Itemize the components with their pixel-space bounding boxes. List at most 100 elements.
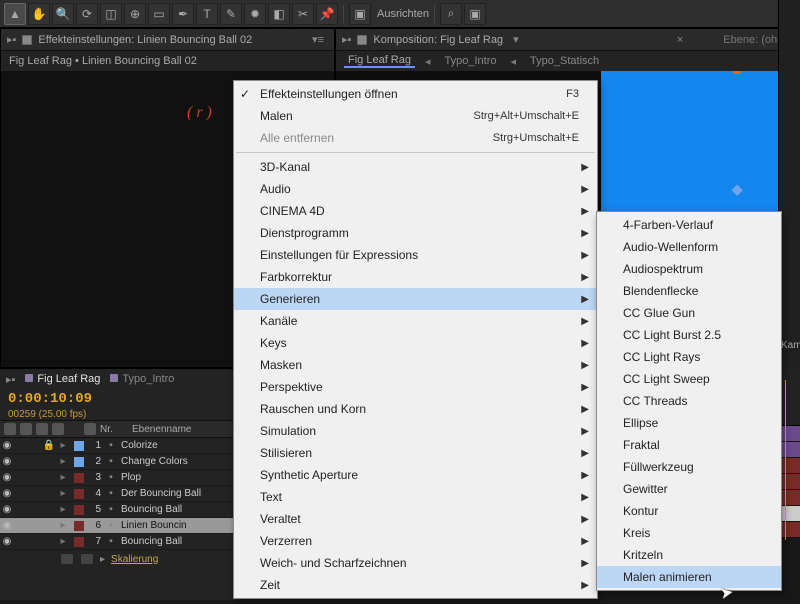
search-icon[interactable]: ⌕ bbox=[440, 3, 462, 25]
panel-menu-icon[interactable]: ▸▪ bbox=[342, 33, 351, 46]
menu-item[interactable]: Perspektive▶ bbox=[234, 376, 597, 398]
twirl-icon[interactable]: ▸ bbox=[56, 536, 70, 547]
menu-item[interactable]: 3D-Kanal▶ bbox=[234, 156, 597, 178]
selection-tool-icon[interactable]: ▲ bbox=[4, 3, 26, 25]
puppet-tool-icon[interactable]: 📌 bbox=[316, 3, 338, 25]
twirl-icon[interactable]: ▸ bbox=[56, 520, 70, 531]
camera-tool-icon[interactable]: ◫ bbox=[100, 3, 122, 25]
menu-item[interactable]: Zeit▶ bbox=[234, 574, 597, 596]
timeline-tab-typointro[interactable]: Typo_Intro bbox=[110, 373, 174, 385]
eraser-tool-icon[interactable]: ◧ bbox=[268, 3, 290, 25]
rotate-tool-icon[interactable]: ⟳ bbox=[76, 3, 98, 25]
comp-tab-figleaf[interactable]: Fig Leaf Rag bbox=[344, 54, 415, 68]
menu-item[interactable]: Audio▶ bbox=[234, 178, 597, 200]
scale-property[interactable]: Skalierung bbox=[111, 554, 158, 565]
submenu-item[interactable]: CC Light Burst 2.5 bbox=[597, 324, 781, 346]
visibility-icon[interactable]: ◉ bbox=[0, 456, 14, 467]
brush-tool-icon[interactable]: ✎ bbox=[220, 3, 242, 25]
layer-name[interactable]: Bouncing Ball bbox=[118, 536, 182, 547]
camera-tab-label[interactable]: Kame bbox=[781, 340, 800, 351]
stamp-tool-icon[interactable]: ✹ bbox=[244, 3, 266, 25]
twirl-icon[interactable]: ▸ bbox=[56, 456, 70, 467]
menu-item[interactable]: Generieren▶ bbox=[234, 288, 597, 310]
submenu-item[interactable]: Füllwerkzeug bbox=[597, 456, 781, 478]
comp-dropdown-icon[interactable]: ▾ bbox=[513, 33, 519, 46]
layer-name[interactable]: Bouncing Ball bbox=[118, 504, 182, 515]
twirl-icon[interactable]: ▸ bbox=[56, 488, 70, 499]
submenu-item[interactable]: Kritzeln bbox=[597, 544, 781, 566]
layer-name[interactable]: Linien Bouncin bbox=[118, 520, 187, 531]
label-color[interactable] bbox=[74, 441, 84, 451]
submenu-item[interactable]: 4-Farben-Verlauf bbox=[597, 214, 781, 236]
label-color[interactable] bbox=[74, 473, 84, 483]
submenu-item[interactable]: CC Light Sweep bbox=[597, 368, 781, 390]
bounds-icon[interactable]: ▣ bbox=[464, 3, 486, 25]
lock-column-icon[interactable] bbox=[52, 423, 64, 435]
visibility-icon[interactable]: ◉ bbox=[0, 536, 14, 547]
submenu-item[interactable]: Fraktal bbox=[597, 434, 781, 456]
label-color[interactable] bbox=[74, 505, 84, 515]
submenu-item[interactable]: CC Threads bbox=[597, 390, 781, 412]
label-color[interactable] bbox=[74, 489, 84, 499]
timeline-tab-figleaf[interactable]: Fig Leaf Rag bbox=[25, 373, 100, 385]
visibility-icon[interactable]: ◉ bbox=[0, 504, 14, 515]
eye-column-icon[interactable] bbox=[4, 423, 16, 435]
visibility-icon[interactable]: ◉ bbox=[0, 472, 14, 483]
menu-item[interactable]: Weich- und Scharfzeichnen▶ bbox=[234, 552, 597, 574]
menu-item[interactable]: ✓Effekteinstellungen öffnenF3 bbox=[234, 83, 597, 105]
label-color[interactable] bbox=[74, 537, 84, 547]
twirl-icon[interactable]: ▸ bbox=[56, 504, 70, 515]
menu-item[interactable]: CINEMA 4D▶ bbox=[234, 200, 597, 222]
submenu-item[interactable]: Blendenflecke bbox=[597, 280, 781, 302]
submenu-item[interactable]: CC Glue Gun bbox=[597, 302, 781, 324]
switches-toggle-icon[interactable] bbox=[60, 553, 74, 565]
layer-name[interactable]: Change Colors bbox=[118, 456, 188, 467]
menu-item[interactable]: Keys▶ bbox=[234, 332, 597, 354]
twirl-icon[interactable]: ▸ bbox=[56, 472, 70, 483]
current-timecode[interactable]: 0:00:10:09 bbox=[8, 391, 92, 407]
menu-item[interactable]: Einstellungen für Expressions▶ bbox=[234, 244, 597, 266]
zoom-tool-icon[interactable]: 🔍 bbox=[52, 3, 74, 25]
modes-toggle-icon[interactable] bbox=[80, 553, 94, 565]
audio-column-icon[interactable] bbox=[20, 423, 32, 435]
submenu-item[interactable]: Gewitter bbox=[597, 478, 781, 500]
submenu-item[interactable]: Kreis bbox=[597, 522, 781, 544]
layer-name[interactable]: Colorize bbox=[118, 440, 158, 451]
submenu-item[interactable]: Malen animieren bbox=[597, 566, 781, 588]
panel-menu-icon[interactable]: ▸▪ bbox=[7, 33, 16, 46]
submenu-item[interactable]: Audio-Wellenform bbox=[597, 236, 781, 258]
submenu-item[interactable]: CC Light Rays bbox=[597, 346, 781, 368]
label-column-icon[interactable] bbox=[84, 423, 96, 435]
menu-item[interactable]: Text▶ bbox=[234, 486, 597, 508]
visibility-icon[interactable]: ◉ bbox=[0, 488, 14, 499]
panel-options-icon[interactable]: ▾≡ bbox=[308, 33, 328, 46]
menu-item[interactable]: Simulation▶ bbox=[234, 420, 597, 442]
visibility-icon[interactable]: ◉ bbox=[0, 520, 14, 531]
label-color[interactable] bbox=[74, 521, 84, 531]
snap-toggle-icon[interactable]: ▣ bbox=[349, 3, 371, 25]
lock-icon[interactable] bbox=[357, 35, 367, 45]
submenu-item[interactable]: Audiospektrum bbox=[597, 258, 781, 280]
layer-name[interactable]: Der Bouncing Ball bbox=[118, 488, 201, 499]
layer-name[interactable]: Plop bbox=[118, 472, 141, 483]
close-icon[interactable]: × bbox=[673, 34, 687, 46]
comp-tab-typointro[interactable]: Typo_Intro bbox=[441, 55, 501, 67]
pen-tool-icon[interactable]: ✒ bbox=[172, 3, 194, 25]
visibility-icon[interactable]: ◉ bbox=[0, 440, 14, 451]
playhead[interactable] bbox=[785, 380, 786, 540]
lock-icon[interactable]: 🔒 bbox=[42, 440, 56, 451]
panbehind-tool-icon[interactable]: ⊕ bbox=[124, 3, 146, 25]
comp-tab-typostatisch[interactable]: Typo_Statisch bbox=[526, 55, 603, 67]
lock-icon[interactable] bbox=[22, 35, 32, 45]
menu-item[interactable]: Kanäle▶ bbox=[234, 310, 597, 332]
menu-item[interactable]: MalenStrg+Alt+Umschalt+E bbox=[234, 105, 597, 127]
label-color[interactable] bbox=[74, 457, 84, 467]
anchor-handle-icon[interactable] bbox=[732, 185, 743, 196]
menu-item[interactable]: Dienstprogramm▶ bbox=[234, 222, 597, 244]
twirl-icon[interactable]: ▸ bbox=[56, 440, 70, 451]
menu-item[interactable]: Synthetic Aperture▶ bbox=[234, 464, 597, 486]
menu-item[interactable]: Verzerren▶ bbox=[234, 530, 597, 552]
submenu-item[interactable]: Kontur bbox=[597, 500, 781, 522]
type-tool-icon[interactable]: T bbox=[196, 3, 218, 25]
solo-column-icon[interactable] bbox=[36, 423, 48, 435]
